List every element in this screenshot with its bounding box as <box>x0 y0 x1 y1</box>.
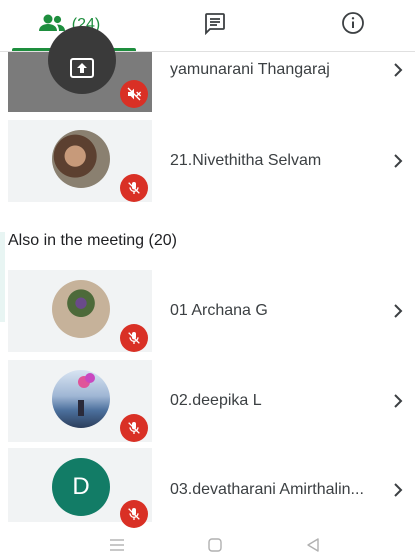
participant-name: 01 Archana G <box>170 302 268 319</box>
chevron-right-icon[interactable] <box>388 448 408 532</box>
video-tile <box>8 120 152 202</box>
section-title: Also in the meeting (20) <box>8 232 177 249</box>
avatar: D <box>52 458 110 516</box>
mic-off-icon <box>120 174 148 202</box>
info-icon <box>341 11 365 40</box>
video-tile <box>8 360 152 442</box>
list-item[interactable]: D 03.devatharani Amirthalin... <box>0 448 415 528</box>
tab-info[interactable] <box>290 0 415 50</box>
video-tile <box>8 270 152 352</box>
chevron-right-icon[interactable] <box>388 120 408 202</box>
mic-off-icon <box>120 414 148 442</box>
avatar <box>52 370 110 428</box>
nav-back-icon[interactable] <box>298 534 328 556</box>
present-screen-icon <box>70 58 94 83</box>
participant-name: 21.Nivethitha Selvam <box>170 152 322 169</box>
participant-name: 03.devatharani Amirthalin... <box>170 481 364 498</box>
chat-icon <box>203 11 227 40</box>
list-item[interactable]: 01 Archana G <box>0 270 415 352</box>
list-item[interactable]: 21.Nivethitha Selvam <box>0 120 415 202</box>
system-nav-bar <box>0 530 415 558</box>
participant-name: 02.deepika L <box>170 392 262 409</box>
chevron-right-icon[interactable] <box>388 360 408 442</box>
list-item[interactable]: yamunarani Thangaraj <box>0 26 415 112</box>
video-tile <box>8 26 152 112</box>
avatar-letter: D <box>72 473 90 500</box>
avatar <box>52 280 110 338</box>
avatar <box>52 130 110 188</box>
tab-chat[interactable] <box>150 0 280 50</box>
list-item[interactable]: 02.deepika L <box>0 360 415 442</box>
nav-menu-icon[interactable] <box>102 534 132 556</box>
nav-home-icon[interactable] <box>200 534 230 556</box>
participant-name: yamunarani Thangaraj <box>170 61 330 78</box>
volume-off-icon <box>120 80 148 108</box>
mic-off-icon <box>120 500 148 528</box>
mic-off-icon <box>120 324 148 352</box>
chevron-right-icon[interactable] <box>388 270 408 352</box>
video-tile: D <box>8 448 152 528</box>
chevron-right-icon[interactable] <box>388 52 408 88</box>
